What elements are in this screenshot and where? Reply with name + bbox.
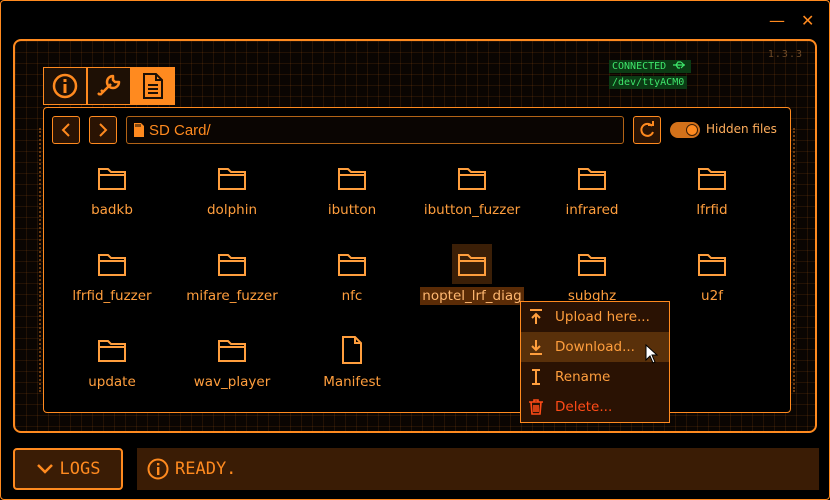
tab-files[interactable] [131,67,175,105]
folder-icon [332,244,372,284]
menu-item-upload[interactable]: Upload here... [521,302,669,332]
wrench-icon [97,74,121,96]
folder-item[interactable]: wav_player [172,330,292,410]
folder-icon [92,158,132,198]
item-label: Manifest [323,374,381,390]
item-label: badkb [91,202,133,218]
chevron-left-icon [61,123,70,137]
tab-tools[interactable] [87,67,131,105]
folder-item[interactable]: lfrfid_fuzzer [52,244,172,324]
file-icon [143,73,163,99]
refresh-icon [640,121,654,137]
file-browser: SD Card/ Hidden files badkb dolphin ibutto… [39,107,795,413]
menu-item-label: Upload here... [555,309,650,325]
logs-label: LOGS [59,459,101,479]
tab-info[interactable] [43,67,87,105]
folder-item[interactable]: dolphin [172,158,292,238]
item-label: noptel_lrf_diag [420,287,524,305]
folder-item[interactable]: badkb [52,158,172,238]
menu-item-rename[interactable]: Rename [521,362,669,392]
folder-item[interactable]: nfc [292,244,412,324]
item-label: u2f [701,288,723,304]
item-label: ibutton [327,202,377,218]
chevron-down-icon [36,464,53,474]
file-icon [332,330,372,370]
item-label: wav_player [193,374,271,390]
folder-item[interactable]: mifare_fuzzer [172,244,292,324]
main-panel: 1.3.3 CONNECTED /dev/ttyACM0 SD Card/ Hi… [13,39,817,433]
folder-icon [692,158,732,198]
item-label: update [88,374,136,390]
item-label: lfrfid_fuzzer [72,288,152,304]
status-text: READY. [175,459,237,479]
back-button[interactable] [52,116,80,144]
folder-item[interactable]: infrared [532,158,652,238]
hidden-files-label: Hidden files [706,122,777,136]
folder-icon [452,244,492,284]
path-text: SD Card/ [149,121,211,139]
text-cursor-icon [532,369,540,385]
folder-icon [212,244,252,284]
connection-status-text: CONNECTED [612,61,667,72]
item-label: nfc [341,288,363,304]
folder-icon [692,244,732,284]
file-item[interactable]: Manifest [292,330,412,410]
folder-item[interactable]: u2f [652,244,772,324]
close-button[interactable]: ✕ [801,13,814,29]
connection-status: CONNECTED /dev/ttyACM0 [609,60,692,92]
port-label: /dev/ttyACM0 [612,77,685,88]
tab-bar [43,67,175,107]
folder-item[interactable]: noptel_lrf_diag [412,244,532,324]
menu-item-label: Rename [555,369,611,385]
item-label: dolphin [206,202,257,218]
folder-icon [212,158,252,198]
minimize-button[interactable]: — [769,13,785,29]
usb-icon [673,61,686,69]
path-bar[interactable]: SD Card/ [126,116,624,144]
refresh-button[interactable] [633,116,661,144]
item-label: mifare_fuzzer [186,288,278,304]
sd-card-icon [134,123,144,137]
item-label: lfrfid [696,202,728,218]
folder-icon [212,330,252,370]
folder-item[interactable]: ibutton_fuzzer [412,158,532,238]
app-window: — ✕ 1.3.3 CONNECTED /dev/ttyACM0 SD Card… [0,0,830,500]
forward-button[interactable] [89,116,117,144]
item-label: infrared [565,202,619,218]
menu-item-label: Download... [555,339,635,355]
folder-icon [92,330,132,370]
upload-icon [530,309,542,324]
logs-button[interactable]: LOGS [13,448,123,490]
item-label: ibutton_fuzzer [423,202,521,218]
folder-icon [452,158,492,198]
menu-item-delete[interactable]: Delete... [521,392,669,422]
folder-icon [572,244,612,284]
folder-icon [572,158,612,198]
folder-item[interactable]: lfrfid [652,158,772,238]
folder-item[interactable]: update [52,330,172,410]
folder-icon [92,244,132,284]
trash-icon [529,399,543,415]
menu-item-label: Delete... [555,399,613,415]
folder-icon [332,158,372,198]
chevron-right-icon [99,123,108,137]
info-icon [52,73,78,99]
info-icon [147,458,169,480]
hidden-files-toggle[interactable] [670,122,700,138]
status-bar: READY. [137,448,819,490]
download-icon [530,340,542,355]
mouse-cursor-icon [645,344,659,364]
folder-item[interactable]: ibutton [292,158,412,238]
version-label: 1.3.3 [767,49,803,60]
